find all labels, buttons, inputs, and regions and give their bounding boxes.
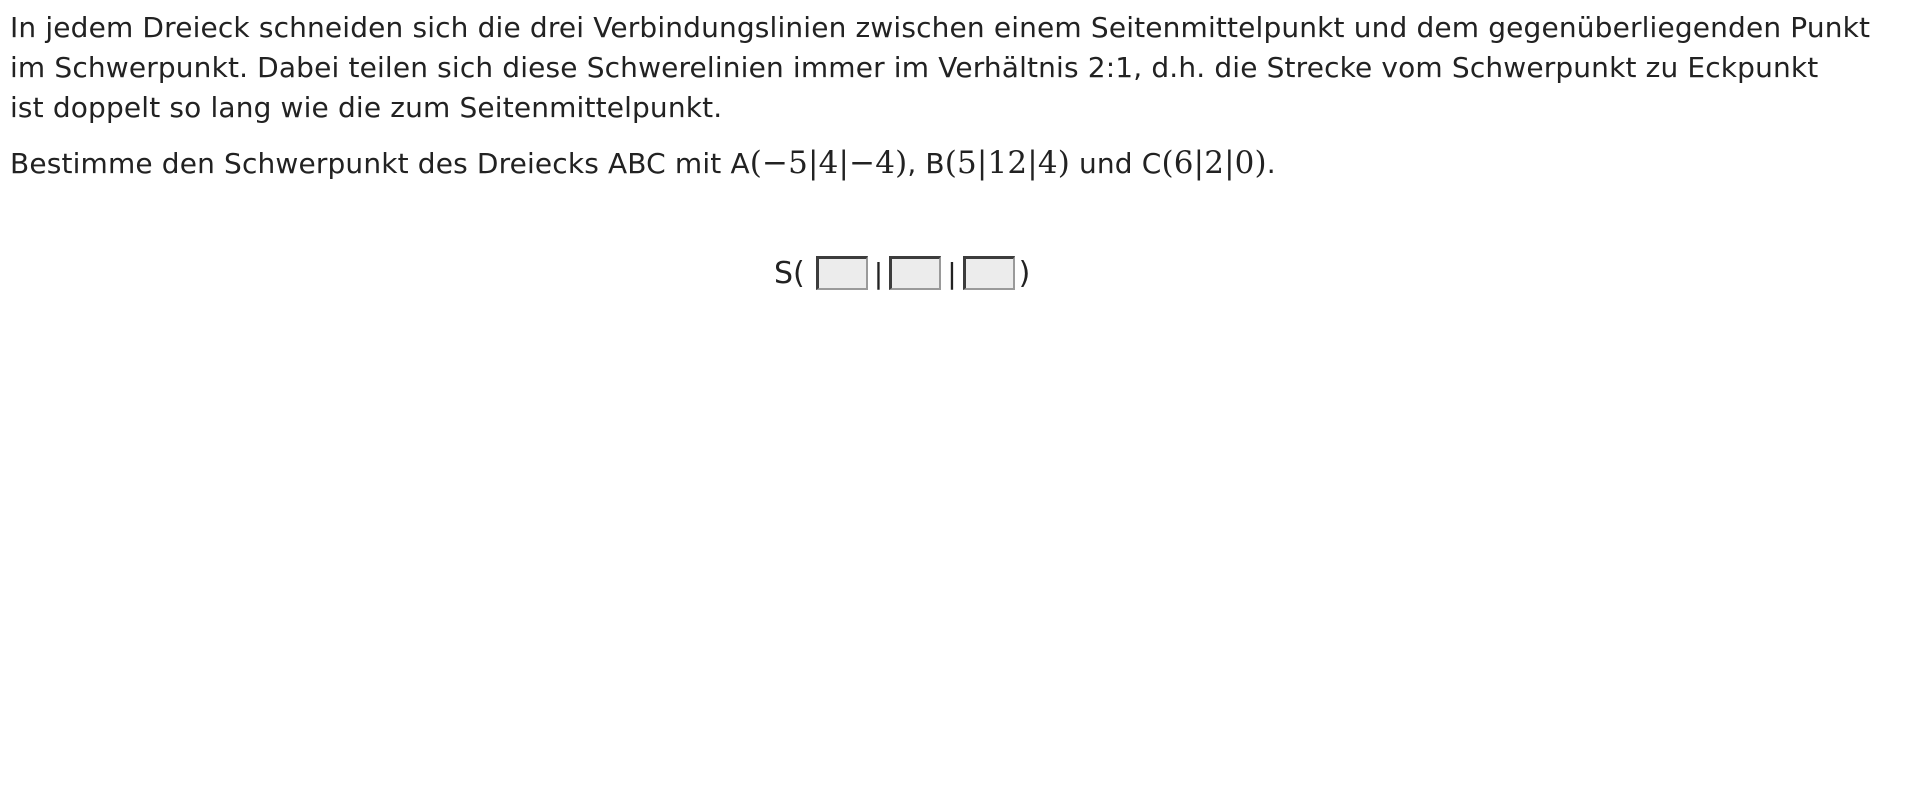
intro-text: In jedem Dreieck schneiden sich die drei… <box>10 8 1910 128</box>
point-a-coordinates: (−5|4|−4) <box>749 145 908 181</box>
centroid-answer-row: S( | | ) <box>774 251 1030 295</box>
point-c-coordinates: (6|2|0) <box>1161 145 1267 181</box>
centroid-x-input[interactable] <box>815 256 868 290</box>
centroid-close-paren: ) <box>1018 255 1031 291</box>
task-suffix: . <box>1266 147 1276 180</box>
task-text: Bestimme den Schwerpunkt des Dreiecks AB… <box>10 143 1910 184</box>
point-b-coordinates: (5|12|4) <box>944 145 1070 181</box>
centroid-label: S( <box>774 255 805 291</box>
intro-line-3: ist doppelt so lang wie die zum Seitenmi… <box>10 91 723 124</box>
intro-line-2: im Schwerpunkt. Dabei teilen sich diese … <box>10 51 1819 84</box>
task-separator-c: und C <box>1069 147 1162 180</box>
task-separator-b: , B <box>907 147 945 180</box>
task-prefix: Bestimme den Schwerpunkt des Dreiecks AB… <box>10 147 750 180</box>
intro-line-1: In jedem Dreieck schneiden sich die drei… <box>10 11 1871 44</box>
centroid-z-input[interactable] <box>962 256 1015 290</box>
coordinate-separator-1: | <box>873 256 884 290</box>
centroid-y-input[interactable] <box>889 256 942 290</box>
exercise-content: In jedem Dreieck schneiden sich die drei… <box>10 8 1910 184</box>
coordinate-separator-2: | <box>947 256 957 290</box>
